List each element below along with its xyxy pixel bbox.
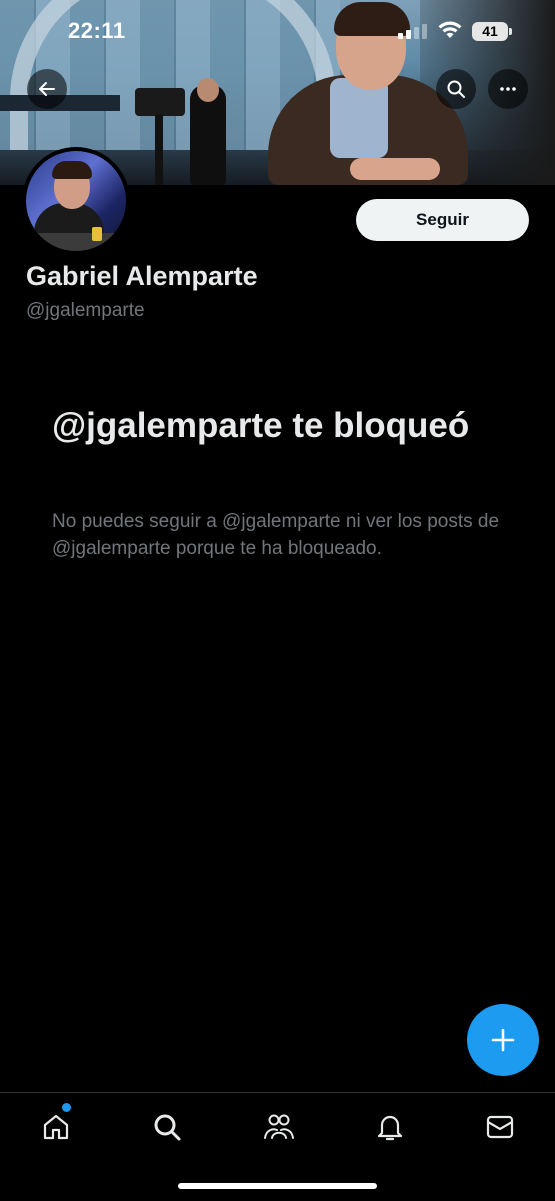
search-button[interactable] <box>436 69 476 109</box>
battery-level: 41 <box>482 23 498 39</box>
search-icon <box>154 1114 181 1141</box>
banner-operator-head <box>197 78 219 102</box>
blocked-title: @jgalemparte te bloqueó <box>52 406 470 445</box>
profile-handle: @jgalemparte <box>26 300 145 321</box>
more-horizontal-icon <box>500 87 516 91</box>
banner-tripod <box>155 115 163 185</box>
home-icon <box>43 1114 69 1140</box>
arrow-left-icon <box>39 82 55 96</box>
cellular-signal-icon <box>398 24 427 39</box>
mail-icon <box>486 1115 514 1139</box>
nav-home[interactable] <box>36 1107 76 1147</box>
display-name: Gabriel Alemparte <box>26 261 258 291</box>
banner-person-hands <box>350 158 440 180</box>
bell-icon <box>377 1115 403 1141</box>
battery-icon: 41 <box>472 22 512 41</box>
nav-search[interactable] <box>147 1107 187 1147</box>
home-indicator <box>178 1183 377 1189</box>
more-options-button[interactable] <box>488 69 528 109</box>
nav-notifications[interactable] <box>370 1107 410 1147</box>
avatar-desk <box>26 233 126 251</box>
status-time: 22:11 <box>68 18 126 43</box>
follow-button[interactable]: Seguir <box>356 199 529 241</box>
avatar-cup <box>92 227 102 241</box>
compose-post-button[interactable] <box>467 1004 539 1076</box>
home-notification-dot <box>62 1103 71 1112</box>
plus-icon <box>491 1028 515 1052</box>
nav-messages[interactable] <box>480 1107 520 1147</box>
avatar-person-hair <box>52 161 92 179</box>
blocked-description: No puedes seguir a @jgalemparte ni ver l… <box>52 511 500 559</box>
avatar[interactable] <box>22 147 130 255</box>
banner-camera <box>135 88 185 116</box>
people-icon <box>264 1114 294 1139</box>
wifi-icon <box>438 21 462 38</box>
search-icon <box>447 80 465 98</box>
nav-communities[interactable] <box>259 1107 299 1147</box>
banner-person-shirt <box>330 78 388 158</box>
back-button[interactable] <box>27 69 67 109</box>
status-bar: 22:11 41 <box>0 0 555 64</box>
